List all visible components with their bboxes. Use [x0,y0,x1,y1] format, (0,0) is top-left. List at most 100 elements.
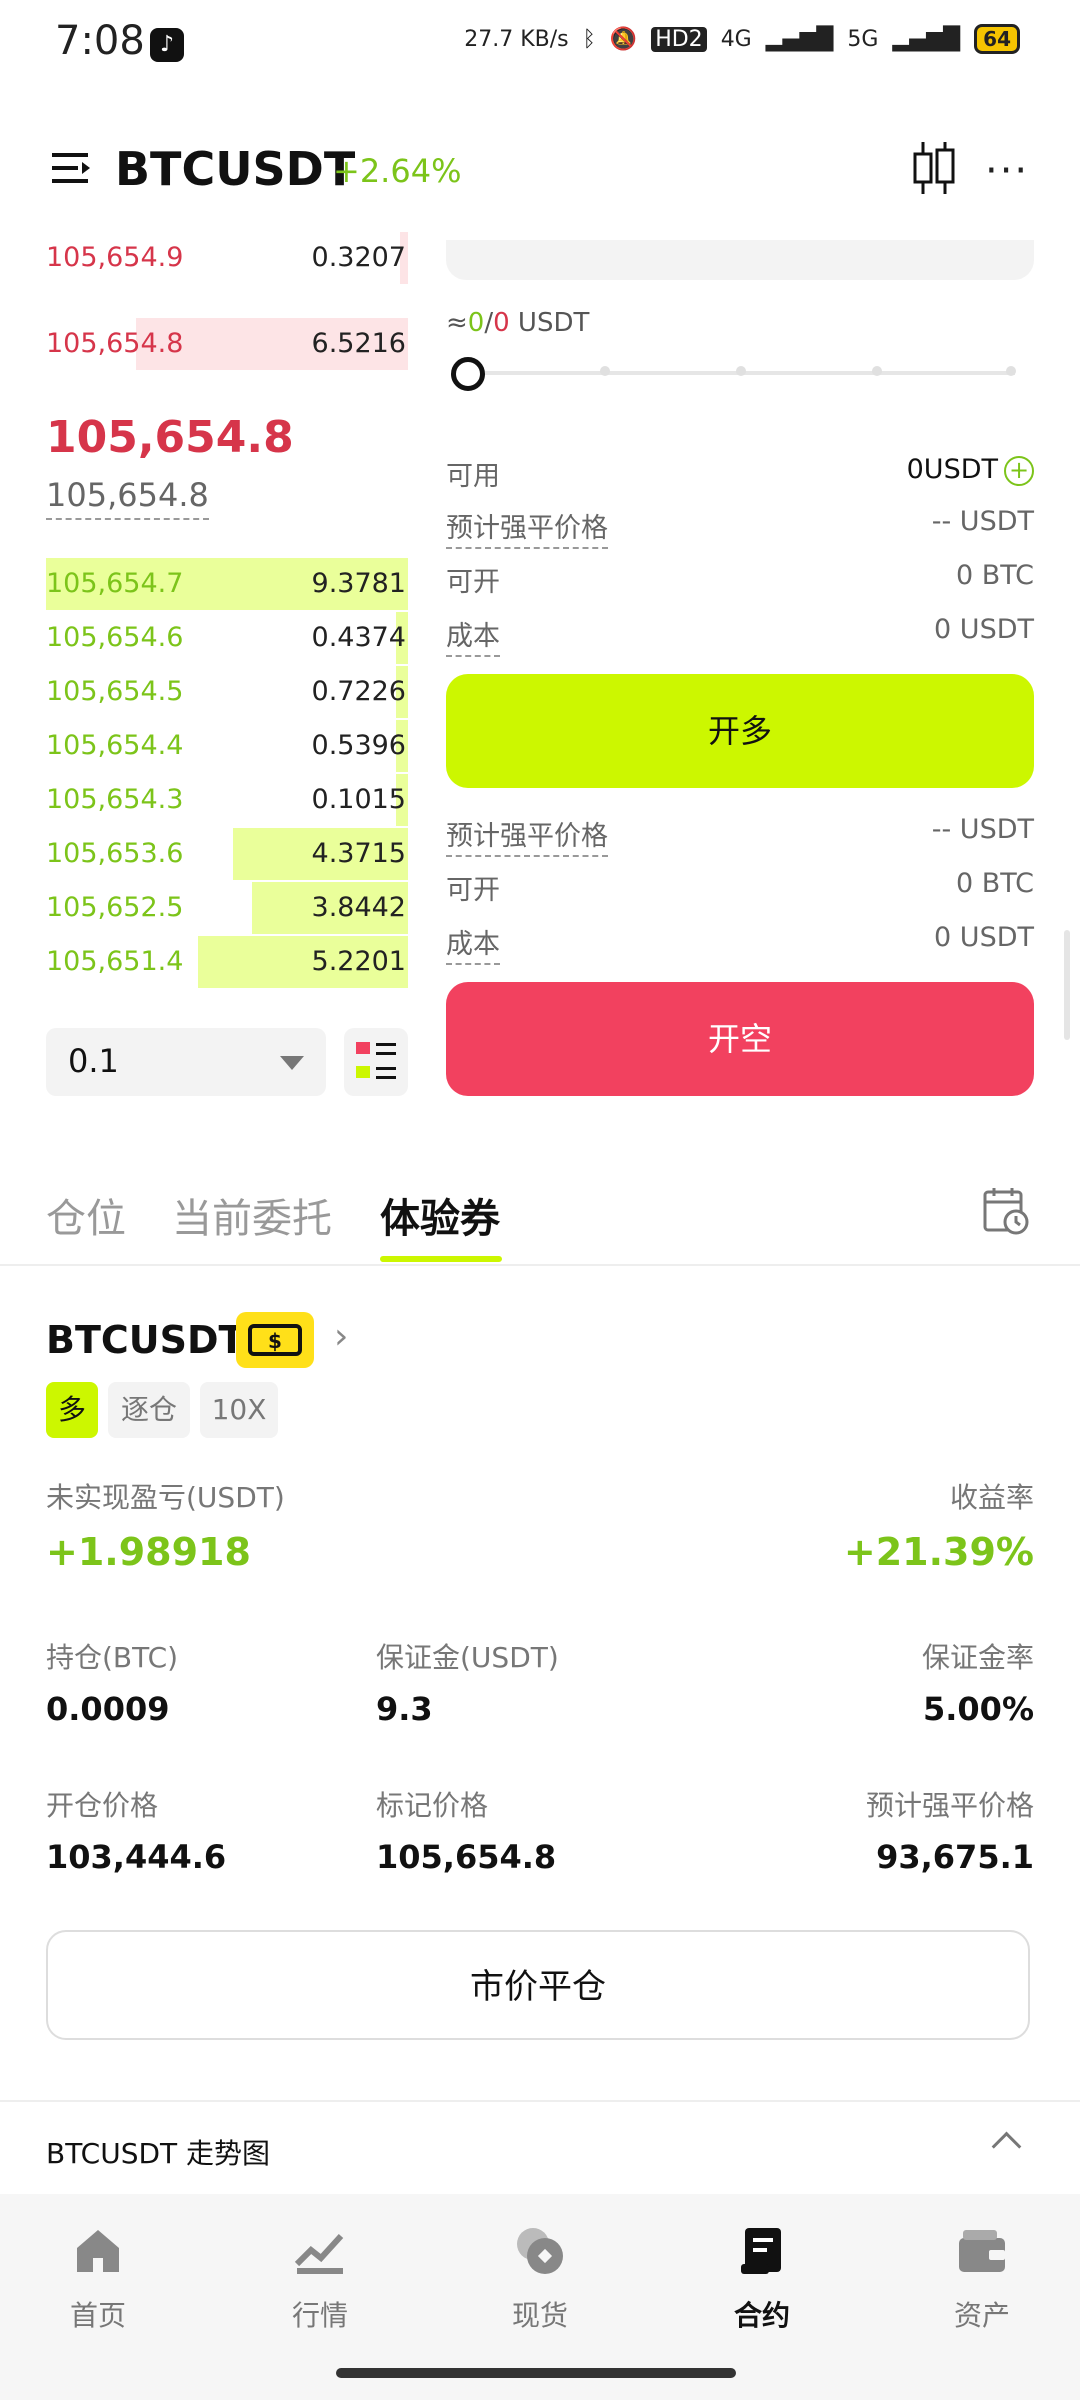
mute-icon: 🔕 [609,26,638,52]
scrollbar[interactable] [1064,930,1070,1040]
open-long-button[interactable]: 开多 [446,674,1034,788]
signal-icon: ▂▄▆█ [765,26,834,52]
open-label: 可开 [446,875,500,906]
contract-icon [741,2228,781,2274]
cost-value: 0 USDT [934,614,1034,645]
nav-assets[interactable]: 资产 [912,2224,1052,2334]
tab-indicator [380,1256,502,1262]
nav-contract[interactable]: 合约 [692,2224,832,2334]
ask-row[interactable]: 105,654.8 6.5216 [46,318,408,370]
mark-price[interactable]: 105,654.8 [46,476,209,520]
liq-price-value: 93,675.1 [876,1838,1034,1876]
status-time: 7:08 [55,18,145,64]
amount-input[interactable] [446,240,1034,280]
ask-qty: 6.5216 [311,328,406,359]
position-symbol[interactable]: BTCUSDT [46,1318,244,1362]
bid-row[interactable]: 105,653.6 4.3715 [46,828,408,880]
divider [0,1264,1080,1266]
liq-price-label[interactable]: 预计强平价格 [446,506,608,549]
available-value: 0USDT + [907,454,1034,486]
margin-rate-value: 5.00% [922,1690,1034,1728]
bid-row[interactable]: 105,651.4 5.2201 [46,936,408,988]
cost-label[interactable]: 成本 [446,614,500,657]
open-short-button[interactable]: 开空 [446,982,1034,1096]
candlestick-icon[interactable] [912,140,956,196]
market-icon [294,2233,344,2274]
approx-long: 0 [467,308,485,338]
bid-row[interactable]: 105,654.4 0.5396 [46,720,408,772]
open-value: 0 BTC [955,868,1034,899]
slider-step [736,366,746,376]
long-open-row: 可开 0 BTC [446,560,1034,600]
ask-price: 105,654.8 [46,328,184,359]
bid-qty: 4.3715 [311,838,406,869]
tab-coupons[interactable]: 体验券 [380,1186,500,1244]
available-amount: 0USDT [906,454,998,485]
net-speed: 27.7 KB/s [464,26,569,52]
bid-qty: 3.8442 [311,892,406,923]
chevron-right-icon[interactable]: › [334,1316,348,1357]
available-row: 可用 0USDT + [446,454,1034,494]
tab-positions[interactable]: 仓位 [46,1186,126,1244]
ask-row[interactable]: 105,654.9 0.3207 [46,232,408,284]
mark-price-label: 标记价格 [376,1789,489,1822]
calendar-history-icon[interactable] [982,1186,1030,1236]
home-indicator[interactable] [336,2368,736,2378]
caret-down-icon [280,1056,304,1070]
bluetooth-icon: ᛒ [582,26,596,52]
last-price: 105,654.8 [46,412,294,463]
nav-market[interactable]: 行情 [250,2224,390,2334]
chevron-up-icon[interactable] [991,2131,1022,2162]
spot-icon [517,2228,563,2274]
liq-price-value: -- USDT [931,814,1034,845]
add-funds-icon[interactable]: + [1004,455,1034,486]
liq-price-label[interactable]: 预计强平价格 [446,814,608,857]
bid-row[interactable]: 105,654.5 0.7226 [46,666,408,718]
trend-chart-title[interactable]: BTCUSDT 走势图 [46,2132,270,2172]
menu-icon[interactable] [52,150,92,186]
price-change: +2.64% [333,152,462,190]
approx-sep: / [484,308,494,338]
more-icon[interactable]: ··· [985,148,1029,194]
ask-price: 105,654.9 [46,242,184,273]
status-icons: 27.7 KB/s ᛒ 🔕 HD2 4G ▂▄▆█ 5G ▂▄▆█ 64 [464,24,1020,54]
battery-icon: 64 [974,24,1020,54]
nav-label: 资产 [953,2299,1010,2332]
ask-qty: 0.3207 [311,242,406,273]
margin-value: 9.3 [376,1690,433,1728]
status-bar: 7:08 ♪ 27.7 KB/s ᛒ 🔕 HD2 4G ▂▄▆█ 5G ▂▄▆█… [0,0,1080,90]
nav-home[interactable]: 首页 [28,2224,168,2334]
precision-value: 0.1 [68,1042,119,1080]
slider-step [872,366,882,376]
size-label: 持仓(BTC) [46,1641,179,1674]
roi-value: +21.39% [843,1530,1034,1574]
bid-price: 105,651.4 [46,946,184,977]
short-open-row: 可开 0 BTC [446,868,1034,908]
nav-spot[interactable]: 现货 [470,2224,610,2334]
open-label: 可开 [446,567,500,598]
pair-title[interactable]: BTCUSDT [115,142,355,196]
bid-price: 105,654.7 [46,568,184,599]
margin-rate-label: 保证金率 [921,1641,1034,1674]
bid-row[interactable]: 105,652.5 3.8442 [46,882,408,934]
bid-price: 105,654.4 [46,730,184,761]
long-liq-row: 预计强平价格 -- USDT [446,506,1034,549]
leverage-tag: 10X [200,1382,278,1438]
precision-select[interactable]: 0.1 [46,1028,326,1096]
bid-row[interactable]: 105,654.3 0.1015 [46,774,408,826]
tab-open-orders[interactable]: 当前委托 [172,1186,332,1244]
slider-handle[interactable] [451,357,485,391]
entry-price-label: 开仓价格 [46,1789,159,1822]
hd-badge: HD2 [651,26,707,52]
depth-layout-icon[interactable] [344,1028,408,1096]
nav-label: 合约 [733,2299,790,2332]
roi-label: 收益率 [949,1481,1034,1514]
bid-row[interactable]: 105,654.7 9.3781 [46,558,408,610]
bid-row[interactable]: 105,654.6 0.4374 [46,612,408,664]
cost-value: 0 USDT [934,922,1034,953]
slider-step [1006,366,1016,376]
cost-label[interactable]: 成本 [446,922,500,965]
coupon-icon: $ [236,1312,314,1368]
approx-unit: USDT [509,308,590,338]
market-close-button[interactable]: 市价平仓 [46,1930,1030,2040]
